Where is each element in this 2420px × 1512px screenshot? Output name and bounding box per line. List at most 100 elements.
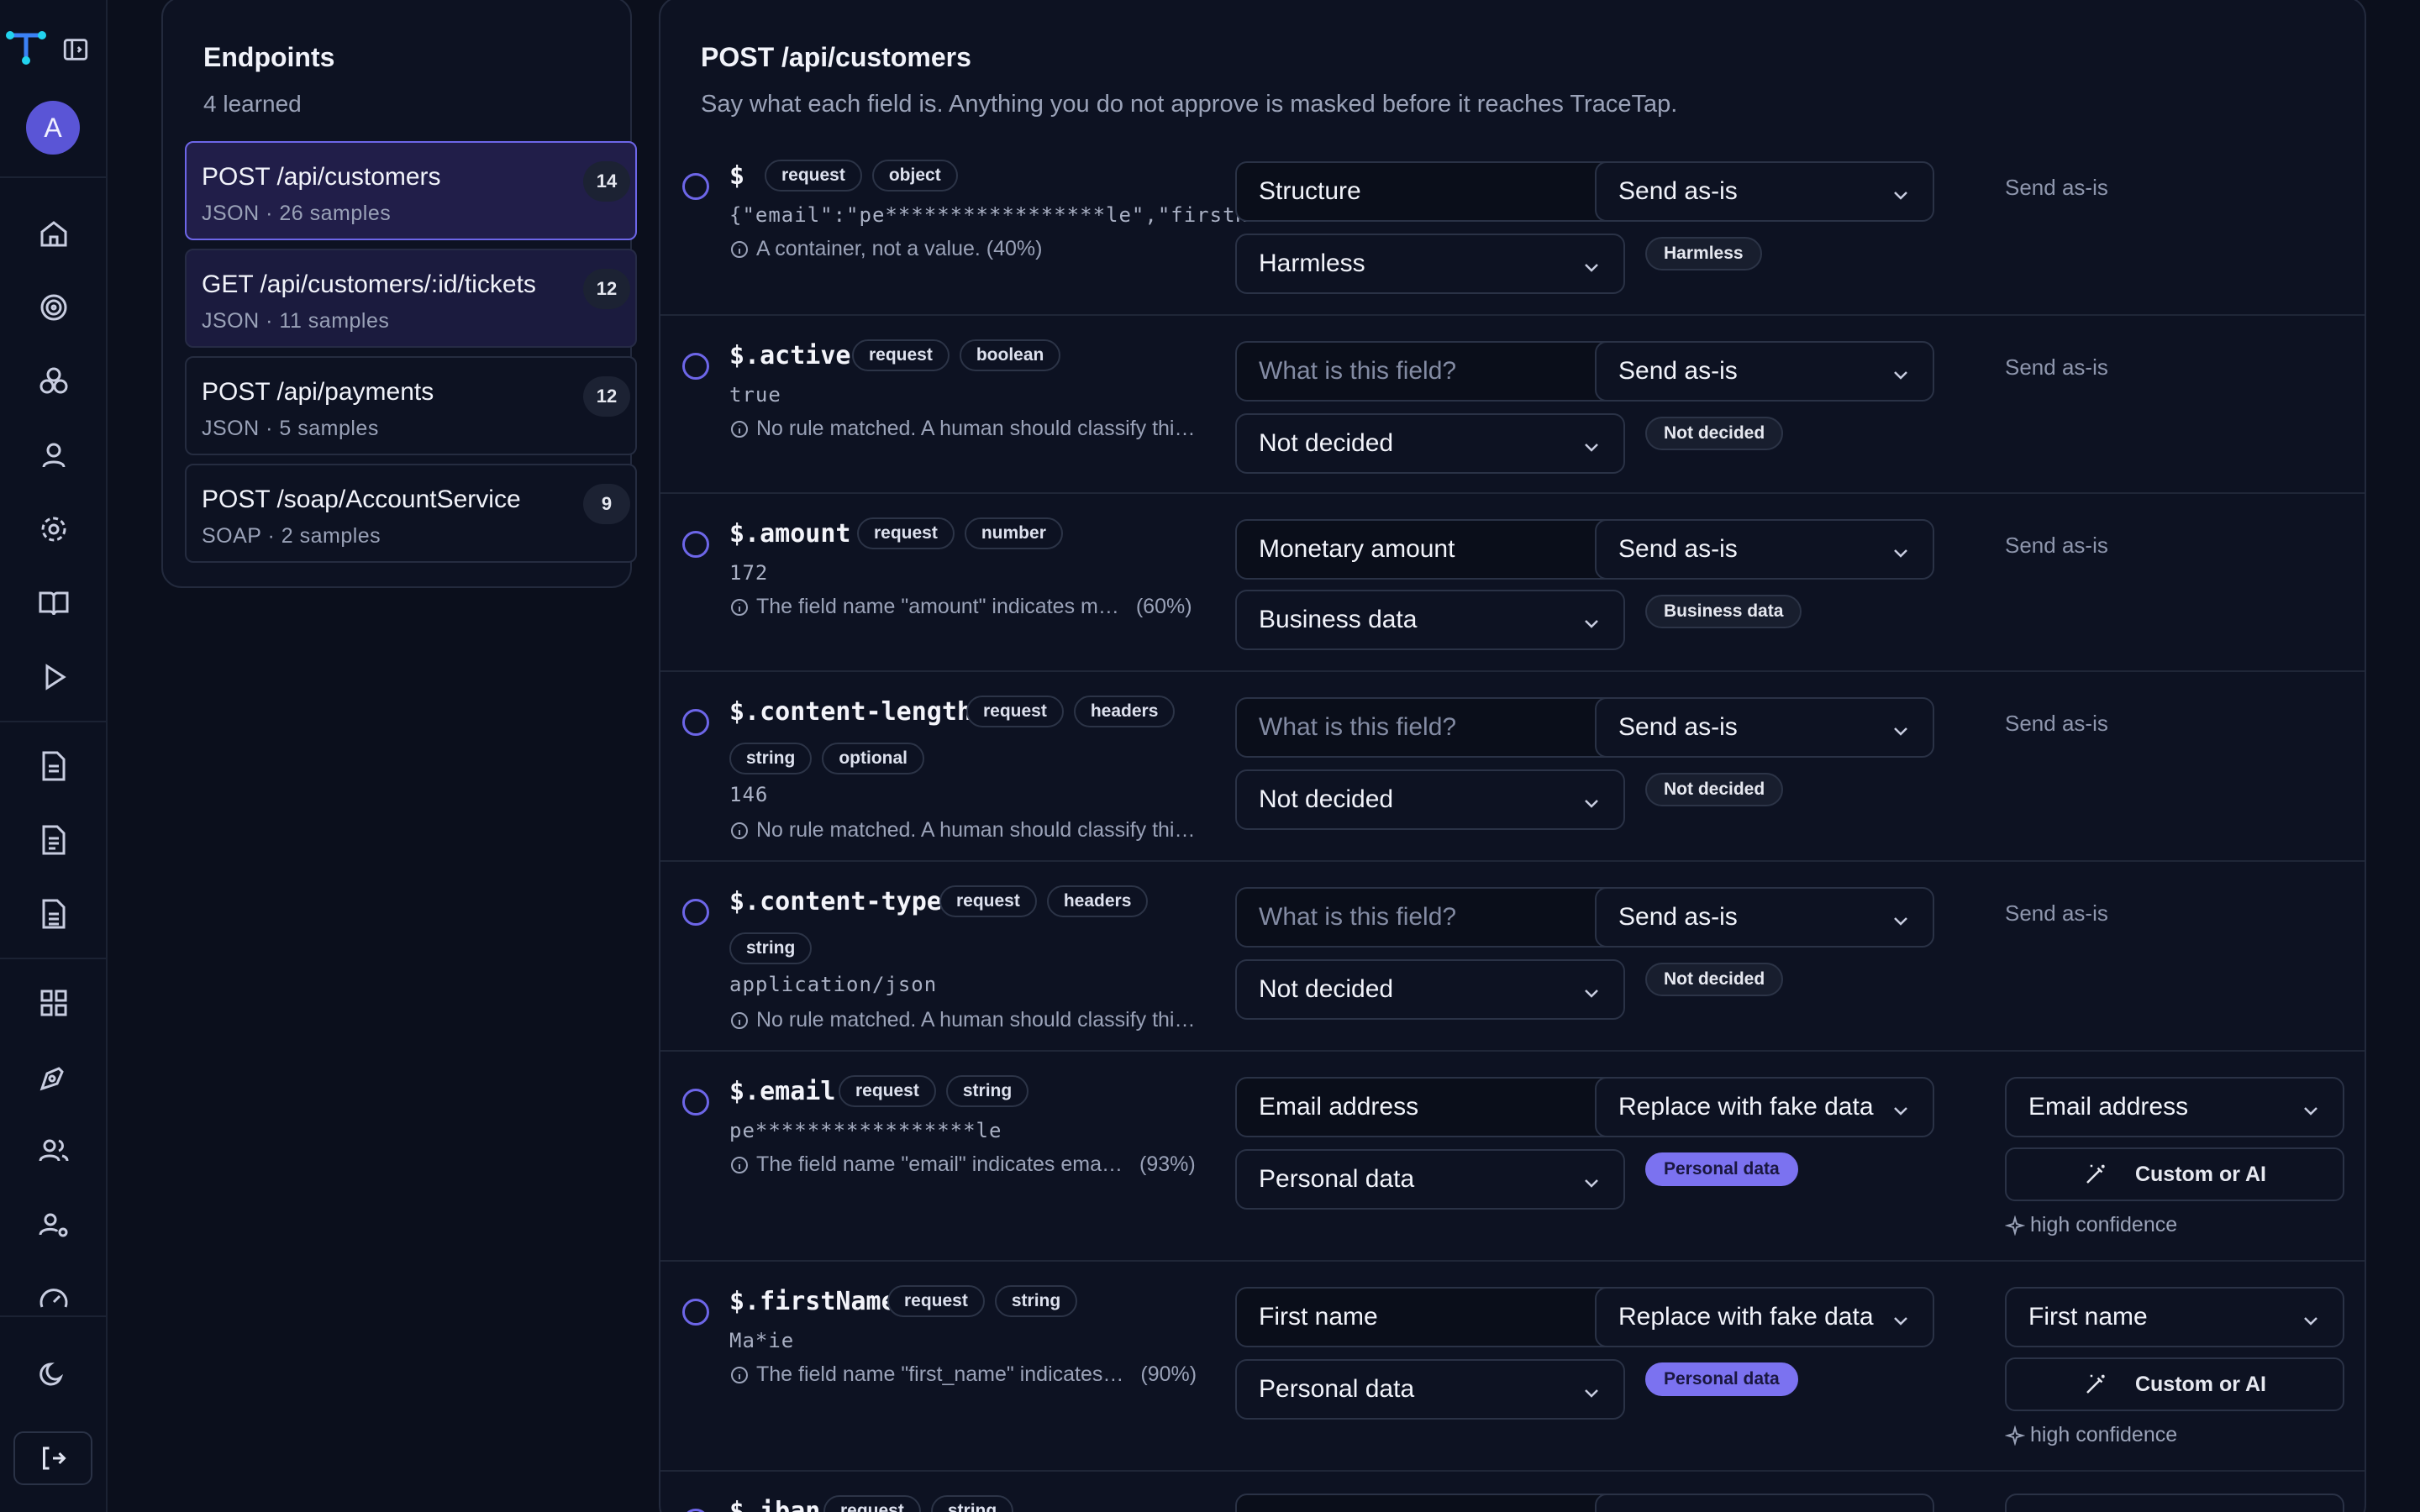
- field-tag-chip: number: [964, 517, 1063, 549]
- custom-or-ai-button[interactable]: Custom or AI: [2005, 1357, 2344, 1411]
- action-select[interactable]: Send as-is: [1595, 519, 1934, 580]
- field-select-radio[interactable]: [682, 1509, 709, 1512]
- category-select-value: Not decided: [1259, 975, 1394, 1003]
- gauge-icon[interactable]: [34, 1278, 74, 1319]
- document-icon[interactable]: [34, 746, 74, 786]
- field-path: $.content-type: [729, 887, 942, 916]
- field-label-input[interactable]: What is this field?: [1235, 341, 1625, 402]
- category-badge: Business data: [1645, 595, 1802, 628]
- action-select[interactable]: Send as-is: [1595, 341, 1934, 402]
- classification-reason: No rule matched. A human should classify…: [729, 818, 1196, 843]
- endpoint-field-count-badge: 12: [583, 376, 630, 417]
- chevron-down-icon: [1891, 363, 1911, 383]
- field-path: $: [729, 161, 745, 191]
- chevron-down-icon: [1581, 612, 1602, 632]
- field-label-input[interactable]: Structure: [1235, 161, 1625, 222]
- action-select[interactable]: Replace with fake data: [1595, 1287, 1934, 1347]
- field-tag-chip: request: [765, 160, 862, 192]
- category-select[interactable]: Business data: [1235, 590, 1625, 650]
- field-path: $.amount: [729, 519, 851, 549]
- endpoint-item[interactable]: POST /api/customers JSON · 26 samples 14: [185, 141, 637, 240]
- action-select-value: Replace with fake data: [1618, 1093, 1874, 1121]
- category-select[interactable]: Not decided: [1235, 959, 1625, 1020]
- field-select-radio[interactable]: [682, 1089, 709, 1116]
- action-select[interactable]: Send as-is: [1595, 697, 1934, 758]
- action-select[interactable]: Send as-is: [1595, 161, 1934, 222]
- users-icon[interactable]: [34, 1131, 74, 1171]
- logout-button[interactable]: [13, 1431, 92, 1485]
- action-select[interactable]: [1595, 1494, 1934, 1512]
- confidence-note-text: high confidence: [2030, 1423, 2178, 1446]
- category-select[interactable]: Not decided: [1235, 413, 1625, 474]
- field-select-radio[interactable]: [682, 353, 709, 380]
- field-label-input[interactable]: What is this field?: [1235, 887, 1625, 948]
- generator-status: Send as-is: [2005, 354, 2108, 380]
- category-select-value: Not decided: [1259, 785, 1394, 813]
- field-tags: string optional: [719, 743, 924, 774]
- category-select[interactable]: Personal data: [1235, 1359, 1625, 1420]
- reason-confidence: (90%): [1140, 1362, 1197, 1386]
- field-label-input[interactable]: Monetary amount: [1235, 519, 1625, 580]
- generator-status: Send as-is: [2005, 900, 2108, 926]
- field-select-radio[interactable]: [682, 709, 709, 736]
- generator-status: Send as-is: [2005, 711, 2108, 736]
- document-icon[interactable]: [34, 820, 74, 860]
- logout-icon: [43, 1446, 66, 1470]
- custom-or-ai-button[interactable]: Custom or AI: [2005, 1147, 2344, 1201]
- chevron-down-icon: [1891, 1309, 1911, 1329]
- endpoint-field-count-badge: 12: [583, 269, 630, 309]
- gear-icon[interactable]: [34, 509, 74, 549]
- sparkle-icon: [2005, 1425, 2025, 1446]
- fake-data-generator-select[interactable]: [2005, 1494, 2344, 1512]
- action-select[interactable]: Replace with fake data: [1595, 1077, 1934, 1137]
- target-icon[interactable]: [34, 287, 74, 328]
- field-sample-value: 146: [729, 783, 769, 806]
- custom-or-ai-label: Custom or AI: [2134, 1162, 2267, 1186]
- divider: [0, 176, 108, 178]
- home-icon[interactable]: [34, 213, 74, 254]
- chevron-down-icon: [1891, 909, 1911, 929]
- category-select[interactable]: Harmless: [1235, 234, 1625, 294]
- field-select-radio[interactable]: [682, 1299, 709, 1326]
- category-badge: Personal data: [1645, 1362, 1798, 1396]
- pen-tool-icon[interactable]: [34, 1057, 74, 1097]
- book-icon[interactable]: [34, 583, 74, 623]
- field-tags: string: [719, 932, 813, 964]
- chevron-down-icon: [1581, 435, 1602, 455]
- field-select-radio[interactable]: [682, 531, 709, 558]
- endpoint-item[interactable]: POST /api/payments JSON · 5 samples 12: [185, 356, 637, 455]
- user-cog-icon[interactable]: [34, 1205, 74, 1245]
- category-select-value: Business data: [1259, 606, 1418, 633]
- classification-reason: The field name "first_name" indicates… (9…: [729, 1362, 1197, 1387]
- field-select-radio[interactable]: [682, 173, 709, 200]
- fake-data-generator-select[interactable]: Email address: [2005, 1077, 2344, 1137]
- field-label-input[interactable]: Email address: [1235, 1077, 1625, 1137]
- boxes-icon[interactable]: [34, 361, 74, 402]
- confidence-note-text: high confidence: [2030, 1213, 2178, 1236]
- fake-data-generator-select[interactable]: First name: [2005, 1287, 2344, 1347]
- field-tag-chip: string: [930, 1495, 1014, 1512]
- field-select-radio[interactable]: [682, 899, 709, 926]
- endpoint-item[interactable]: GET /api/customers/:id/tickets JSON · 11 …: [185, 249, 637, 348]
- chevron-down-icon: [1581, 1171, 1602, 1191]
- field-row: $ request object {"email":"pe**************…: [660, 138, 2365, 316]
- chevron-down-icon: [1891, 1099, 1911, 1119]
- field-label-input[interactable]: What is this field?: [1235, 697, 1625, 758]
- tracetap-logo[interactable]: [5, 29, 47, 67]
- dashboard-icon[interactable]: [34, 983, 74, 1023]
- action-select[interactable]: Send as-is: [1595, 887, 1934, 948]
- moon-icon[interactable]: [34, 1352, 74, 1393]
- category-select[interactable]: Not decided: [1235, 769, 1625, 830]
- action-select-value: Replace with fake data: [1618, 1303, 1874, 1331]
- user-icon[interactable]: [34, 435, 74, 475]
- info-icon: [729, 821, 750, 841]
- field-label-input[interactable]: [1235, 1494, 1625, 1512]
- play-icon[interactable]: [34, 657, 74, 697]
- endpoint-item[interactable]: POST /soap/AccountService SOAP · 2 sample…: [185, 464, 637, 563]
- category-select[interactable]: Personal data: [1235, 1149, 1625, 1210]
- document-icon[interactable]: [34, 894, 74, 934]
- field-label-input[interactable]: First name: [1235, 1287, 1625, 1347]
- field-path: $.active: [729, 341, 851, 370]
- sidebar-collapse-icon[interactable]: [60, 35, 91, 64]
- avatar[interactable]: A: [26, 101, 80, 155]
